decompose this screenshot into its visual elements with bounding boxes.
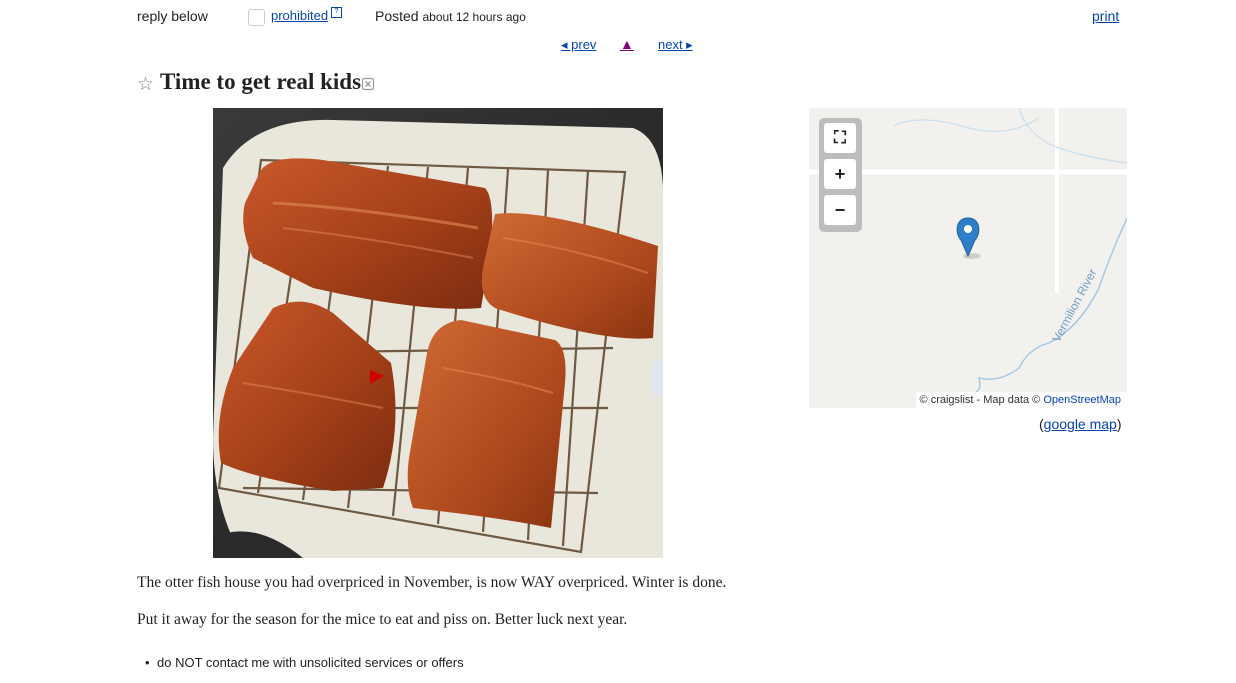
prohibited-link[interactable]: prohibited	[271, 8, 328, 23]
hide-posting-icon[interactable]	[361, 77, 375, 91]
map-marker-icon[interactable]	[956, 217, 981, 259]
posted-time: about 12 hours ago	[422, 10, 526, 24]
smoked-salmon-photo	[213, 108, 663, 558]
reply-below-label: reply below	[137, 8, 208, 24]
zoom-in-button[interactable]: +	[824, 159, 856, 189]
favorite-star-icon[interactable]: ☆	[137, 73, 154, 96]
posting-body-paragraph: The otter fish house you had overpriced …	[137, 574, 727, 591]
attribution-text: © craigslist - Map data ©	[919, 394, 1041, 406]
posting-body-paragraph: Put it away for the season for the mice …	[137, 611, 628, 628]
prohibited-checkbox[interactable]	[248, 9, 265, 26]
posting-title: Time to get real kids	[160, 69, 362, 94]
posted-date: Posted about 12 hours ago	[375, 8, 526, 24]
posted-label: Posted	[375, 8, 419, 24]
help-icon[interactable]: ?	[331, 7, 342, 18]
next-link[interactable]: next ▸	[658, 37, 693, 53]
up-link[interactable]: ▲	[620, 36, 634, 52]
map-attribution: © craigslist - Map data © OpenStreetMap	[915, 392, 1127, 408]
notice-text: do NOT contact me with unsolicited servi…	[157, 655, 464, 670]
fullscreen-icon[interactable]: ⛶	[824, 123, 856, 153]
zoom-out-button[interactable]: −	[824, 195, 856, 225]
google-map-link[interactable]: google map	[1044, 416, 1117, 432]
notice-list-item: • do NOT contact me with unsolicited serv…	[145, 655, 464, 670]
location-map[interactable]: Vermilion River ⛶ + − © craigslist - Map…	[809, 108, 1127, 408]
google-map-wrapper: (google map)	[1039, 416, 1122, 432]
paren-close: )	[1116, 416, 1122, 432]
print-link[interactable]: print	[1092, 8, 1119, 24]
prev-link[interactable]: ◂ prev	[561, 37, 596, 53]
map-controls: ⛶ + −	[819, 118, 862, 232]
bullet-icon: •	[145, 655, 150, 670]
listing-photo[interactable]	[213, 108, 663, 558]
openstreetmap-link[interactable]: OpenStreetMap	[1043, 394, 1121, 406]
